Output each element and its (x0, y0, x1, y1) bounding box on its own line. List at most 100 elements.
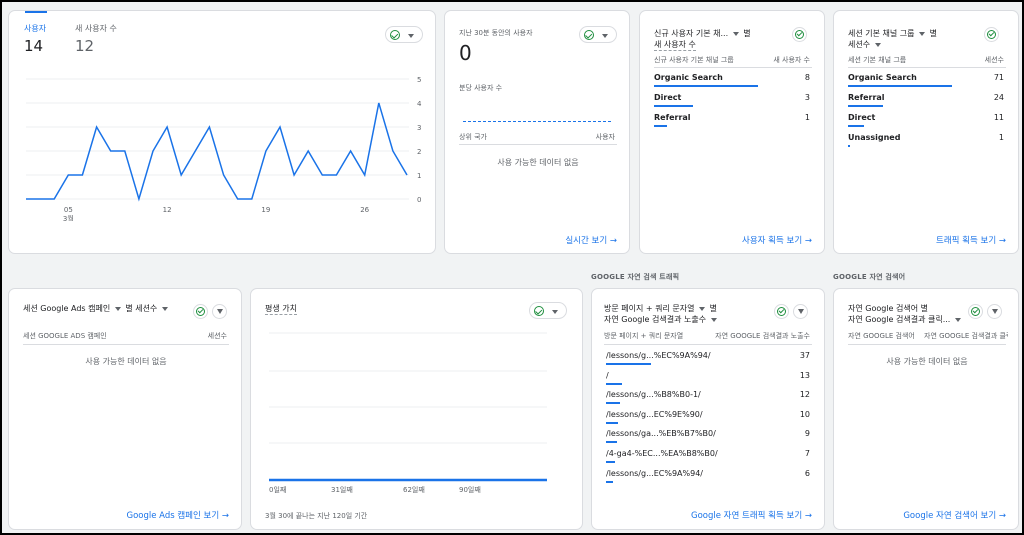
table-row[interactable]: /lessons/g...%B8%B0-1/12 (606, 390, 810, 405)
table-row[interactable]: Direct 3 (654, 93, 810, 107)
table-row[interactable]: /lessons/g...EC%9E%90/10 (606, 410, 810, 424)
check-circle-icon (777, 307, 786, 316)
row-label: Referral (654, 113, 691, 122)
organic-traffic-link-label: Google 자연 트래픽 획득 보기 (691, 511, 803, 521)
realtime-value: 0 (459, 41, 472, 65)
table-row[interactable]: /4-ga4-%EC...%EA%B8%B0/7 (606, 449, 810, 463)
card-title-metric[interactable]: 자연 Google 검색결과 클릭... (848, 314, 963, 325)
filter-icon (217, 309, 223, 314)
card-title[interactable]: 세션 기본 채널 그룹 별 (848, 28, 937, 39)
card-title-metric[interactable]: 새 사용자 수 (654, 39, 696, 51)
row-bar (848, 145, 850, 147)
table-row[interactable]: /lessons/ga...%EB%B7%B0/9 (606, 429, 810, 444)
table-row[interactable]: Organic Search 8 (654, 73, 810, 87)
card-title[interactable]: 세션 Google Ads 캠페인 별 세션수 (23, 303, 170, 314)
row-label: /lessons/g...%EC%9A%94/ (606, 351, 711, 360)
caret-down-icon (954, 317, 961, 322)
organic-traffic-link[interactable]: Google 자연 트래픽 획득 보기 → (691, 509, 812, 521)
realtime-title: 지난 30분 동안의 사용자 (459, 29, 533, 37)
row-label: Organic Search (654, 73, 723, 82)
title-label: 평생 가치 (265, 304, 297, 313)
y-tick-label: 0 (417, 196, 421, 204)
compare-menu-button[interactable] (529, 302, 567, 319)
filter-icon (992, 309, 998, 314)
compare-check-button[interactable] (968, 304, 983, 319)
realtime-link[interactable]: 실시간 보기 → (565, 234, 617, 246)
chevron-down-icon (552, 310, 558, 314)
x-tick-label: 19 (261, 206, 270, 214)
section-label-organic-traffic: GOOGLE 자연 검색 트래픽 (591, 273, 680, 281)
card-title[interactable]: 신규 사용자 기본 채... 별 (654, 28, 751, 39)
table-row[interactable]: Direct 11 (848, 113, 1004, 127)
user-acquisition-link[interactable]: 사용자 획득 보기 → (742, 234, 812, 246)
sessions-channel-card: 세션 기본 채널 그룹 별 세션수 세션 기본 채널 그룹 세션수 Organi… (833, 10, 1019, 254)
filter-icon (798, 309, 804, 314)
lifetime-value-card: 평생 가치 0일째 31일째 62일째 90일째 3월 30에 끝나는 지난 1… (250, 288, 583, 530)
col-dimension: 자연 GOOGLE 검색어 (848, 332, 915, 340)
title-part: 세션 Google Ads 캠페인 (23, 304, 111, 313)
row-label: /lessons/g...EC%9E%90/ (606, 409, 703, 419)
compare-check-button[interactable] (984, 27, 999, 42)
filter-button[interactable] (212, 304, 227, 319)
table-row[interactable]: Unassigned 1 (848, 133, 1004, 147)
organic-query-link[interactable]: Google 자연 검색어 보기 → (903, 509, 1006, 521)
check-circle-icon (795, 30, 804, 39)
lifetime-value-chart (269, 332, 547, 482)
card-title-metric[interactable]: 자연 Google 검색결과 노출수 (604, 314, 719, 325)
row-value: 7 (804, 449, 810, 458)
title-suffix: 별 (920, 304, 929, 313)
table-row[interactable]: Referral 1 (654, 113, 810, 127)
section-label-organic-query: GOOGLE 자연 검색어 (833, 273, 906, 281)
divider (848, 67, 1006, 68)
x-tick: 90일째 (459, 486, 481, 494)
compare-menu-button[interactable] (385, 26, 423, 43)
card-title-metric[interactable]: 세션수 (848, 39, 883, 50)
title-part: 신규 사용자 기본 채... (654, 29, 729, 38)
table-row[interactable]: / 13 (606, 371, 810, 385)
row-label: /lessons/g...%B8%B0-1/ (606, 390, 701, 400)
card-title[interactable]: 방문 페이지 + 쿼리 문자열 별 (604, 303, 717, 314)
row-label: /4-ga4-%EC...%EA%B8%B0/ (606, 449, 718, 458)
table-row[interactable]: /lessons/g...EC%9A%94/6 (606, 469, 810, 483)
compare-check-button[interactable] (193, 304, 208, 319)
title-part-b: 별 세션수 (125, 304, 158, 313)
traffic-acquisition-link[interactable]: 트래픽 획득 보기 → (936, 234, 1006, 246)
compare-check-button[interactable] (774, 304, 789, 319)
x-month-label: 3월 (63, 214, 74, 221)
table-row[interactable]: /lessons/g...%EC%9A%94/37 (606, 351, 810, 365)
title-metric-label: 세션수 (848, 40, 871, 49)
tab-new-users-label: 새 사용자 수 (75, 24, 117, 33)
row-value: 8 (804, 73, 810, 82)
filter-button[interactable] (987, 304, 1002, 319)
row-bar (848, 125, 865, 127)
card-title[interactable]: 평생 가치 (265, 303, 297, 315)
row-bar (606, 461, 615, 463)
table-row[interactable]: Organic Search 71 (848, 73, 1004, 87)
x-tick-label: 12 (163, 206, 172, 214)
realtime-card: 지난 30분 동안의 사용자 0 분당 사용자 수 상위 국가 사용자 사용 가… (444, 10, 630, 254)
tab-new-users-value: 12 (75, 37, 95, 55)
x-tick-label: 26 (360, 206, 369, 214)
table-row[interactable]: Referral 24 (848, 93, 1004, 107)
tab-new-users[interactable]: 새 사용자 수 12 (73, 11, 143, 59)
check-circle-icon (390, 30, 400, 40)
row-bar (654, 85, 758, 87)
caret-down-icon (874, 42, 881, 47)
row-value: 24 (993, 93, 1004, 102)
compare-check-button[interactable] (792, 27, 807, 42)
caret-down-icon (919, 31, 926, 36)
row-label: / (606, 370, 609, 380)
check-circle-icon (196, 307, 205, 316)
row-label: Referral (848, 93, 885, 102)
filter-button[interactable] (793, 304, 808, 319)
row-label: /lessons/g...EC%9A%94/ (606, 468, 703, 478)
tab-users[interactable]: 사용자 14 (21, 11, 51, 59)
google-ads-link[interactable]: Google Ads 캠페인 보기 → (127, 509, 230, 521)
organic-query-link-label: Google 자연 검색어 보기 (903, 511, 997, 521)
card-title[interactable]: 자연 Google 검색어 별 (848, 303, 928, 314)
y-tick-label: 5 (417, 76, 421, 84)
row-bar (606, 421, 619, 424)
col-metric: 세션수 (207, 332, 227, 340)
compare-menu-button[interactable] (579, 26, 617, 43)
row-value: 6 (804, 468, 810, 478)
